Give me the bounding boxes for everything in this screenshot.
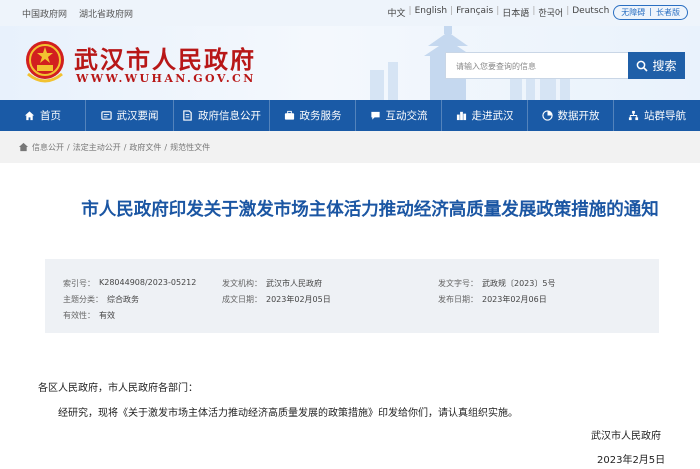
divider: | [566,6,570,16]
meta-issuer: 发文机构： 武汉市人民政府 [222,278,322,289]
divider: | [649,7,652,16]
meta-label: 发文机构： [222,279,262,288]
nav-site-group[interactable]: 站群导航 [614,100,700,131]
link-hubei-gov[interactable]: 湖北省政府网 [79,7,133,20]
meta-publish-date: 发布日期： 2023年02月06日 [438,294,547,305]
nav-label: 站群导航 [644,110,686,122]
divider: | [532,6,536,16]
divider: | [496,6,500,16]
link-china-gov[interactable]: 中国政府网 [22,7,67,20]
breadcrumb-item[interactable]: 规范性文件 [170,142,210,153]
breadcrumb-separator: / [67,142,70,152]
body-paragraph: 经研究，现将《关于激发市场主体活力推动经济高质量发展的政策措施》印发给你们，请认… [58,408,518,419]
meta-doc-number: 发文字号： 武政规〔2023〕5号 [438,278,555,289]
accessibility-button[interactable]: 无障碍 [621,7,645,18]
meta-index: 索引号： K28044908/2023-05212 [63,278,196,289]
lang-ja[interactable]: 日本語 [502,6,529,19]
breadcrumb-separator: / [164,142,168,152]
meta-label: 有效性： [63,311,95,320]
meta-value: 有效 [99,311,115,320]
meta-label: 主题分类： [63,295,103,304]
meta-written-date: 成文日期： 2023年02月05日 [222,294,331,305]
lang-ko[interactable]: 한국어 [538,6,563,19]
breadcrumb: 信息公开 / 法定主动公开 / 政府文件 / 规范性文件 [0,131,700,163]
meta-value: 武政规〔2023〕5号 [482,279,556,288]
lang-de[interactable]: Deutsch [572,6,609,19]
salutation: 各区人民政府，市人民政府各部门： [38,383,198,394]
nav-explore-wuhan[interactable]: 走进武汉 [442,100,528,131]
nav-label: 政府信息公开 [198,110,261,122]
nav-label: 走进武汉 [471,110,514,122]
site-url: WWW.WUHAN.GOV.CN [76,72,256,85]
signer: 武汉市人民政府 [591,431,661,442]
meta-label: 发布日期： [438,295,478,304]
briefcase-icon [284,110,294,120]
sitemap-icon [628,110,639,121]
home-icon [18,142,29,152]
meta-validity: 有效性： 有效 [63,310,115,321]
sign-date: 2023年2月5日 [597,455,666,466]
nav-label: 首页 [40,110,61,122]
nav-interaction[interactable]: 互动交流 [356,100,442,131]
meta-value: 综合政务 [107,295,139,304]
nav-gov-services[interactable]: 政务服务 [270,100,356,131]
meta-label: 索引号： [63,279,95,288]
external-links: 中国政府网 湖北省政府网 [22,7,133,20]
document-metadata: 索引号： K28044908/2023-05212 发文机构： 武汉市人民政府 … [45,259,659,333]
meta-value: 2023年02月05日 [266,295,331,304]
lang-fr[interactable]: Français [456,6,493,19]
home-icon [24,111,35,121]
search-button[interactable]: 搜索 [628,52,685,79]
search-icon [637,60,649,72]
breadcrumb-item[interactable]: 政府文件 [129,142,161,153]
site-title[interactable]: 武汉市人民政府 [74,40,256,75]
search-button-label: 搜索 [652,59,677,73]
nav-label: 互动交流 [385,110,428,122]
meta-value: K28044908/2023-05212 [99,278,197,287]
nav-wuhan-news[interactable]: 武汉要闻 [86,100,174,131]
chat-icon [370,111,380,120]
nav-gov-info[interactable]: 政府信息公开 [174,100,270,131]
article-panel: 市人民政府印发关于激发市场主体活力推动经济高质量发展政策措施的通知 索引号： K… [18,163,700,469]
nav-label: 政务服务 [299,110,342,122]
meta-value: 2023年02月06日 [482,295,547,304]
breadcrumb-separator: / [123,142,127,152]
elderly-mode-button[interactable]: 长者版 [656,7,680,18]
breadcrumb-item[interactable]: 信息公开 [32,142,64,153]
nav-label: 数据开放 [557,110,600,122]
search-input[interactable]: 请输入您要查询的信息 [445,52,628,79]
meta-label: 成文日期： [222,295,262,304]
nav-home[interactable]: 首页 [0,100,86,131]
breadcrumb-item[interactable]: 法定主动公开 [73,142,121,153]
accessibility-toggle: 无障碍 | 长者版 [613,5,688,20]
national-emblem-icon [26,41,64,83]
article-title: 市人民政府印发关于激发市场主体活力推动经济高质量发展政策措施的通知 [81,200,659,220]
lang-zh[interactable]: 中文 [388,6,406,19]
divider: | [408,6,412,16]
meta-category: 主题分类： 综合政务 [63,294,139,305]
chart-icon [541,110,553,121]
nav-open-data[interactable]: 数据开放 [528,100,614,131]
document-icon [183,110,192,121]
meta-label: 发文字号： [438,279,478,288]
language-switcher: 中文 | English | Français | 日本語 | 한국어 | Deutsch… [388,5,688,20]
nav-label: 武汉要闻 [116,110,159,122]
news-icon [100,111,112,120]
top-utility-bar: 中国政府网 湖北省政府网 中文 | English | Français | 日本語 |… [0,0,700,26]
main-nav: 首页 武汉要闻 政府信息公开 政务服务 互动交流 走进武汉 数据开放 站群导航 [0,100,700,131]
divider: | [450,6,454,16]
site-header: 武汉市人民政府 WWW.WUHAN.GOV.CN 请输入您要查询的信息 搜索 [0,26,700,100]
city-icon [456,111,466,121]
lang-en[interactable]: English [415,6,448,19]
meta-value: 武汉市人民政府 [266,279,322,288]
